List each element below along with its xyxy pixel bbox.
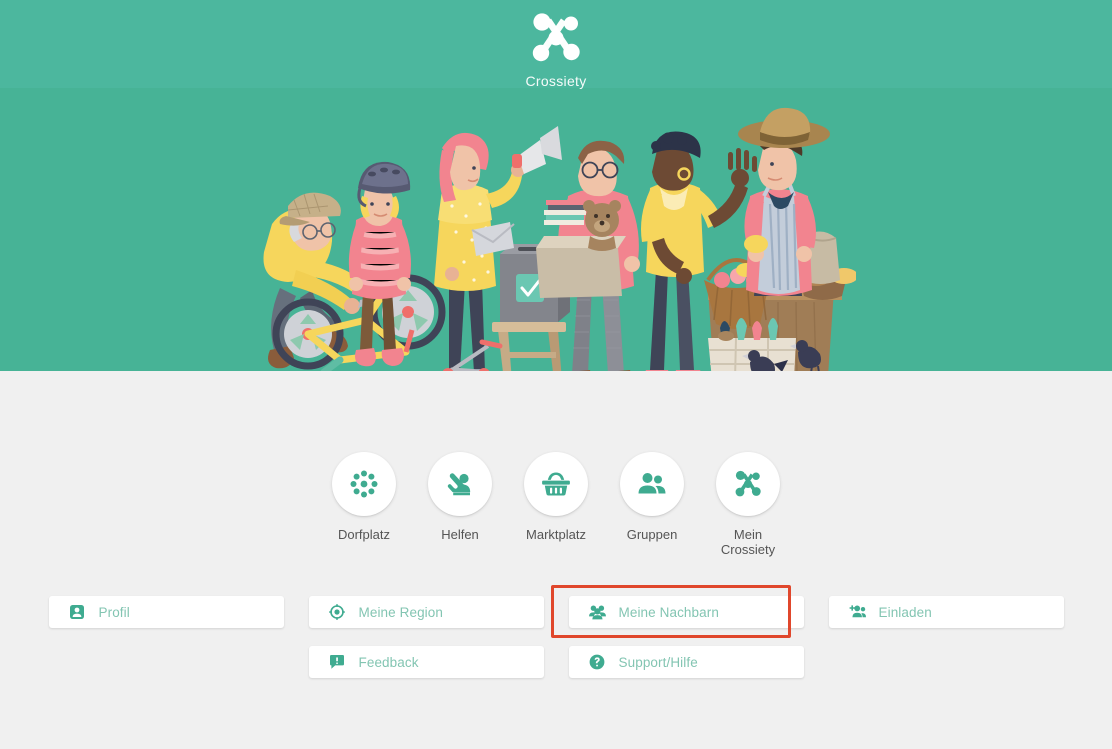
person-raised-hand-icon xyxy=(447,473,471,496)
location-target-icon xyxy=(329,604,346,621)
crossiety-x-logo-icon xyxy=(735,470,761,497)
menu-item-meine-nachbarn[interactable]: Meine Nachbarn xyxy=(568,596,804,628)
menu-item-feedback[interactable]: Feedback xyxy=(308,646,544,678)
brand-name: Crossiety xyxy=(525,73,587,89)
nav-circle-gruppen[interactable] xyxy=(620,452,684,516)
nav-label-line1: Mein xyxy=(733,527,763,542)
question-circle-icon xyxy=(589,654,606,671)
nav-circle-helfen[interactable] xyxy=(428,452,492,516)
menu-label-einladen: Einladen xyxy=(878,604,932,620)
nav-label-line2: Crossiety xyxy=(720,542,776,557)
menu-label-meine-region: Meine Region xyxy=(358,604,444,620)
nav-item-helfen[interactable]: Helfen xyxy=(428,452,492,542)
nav-item-dorfplatz[interactable]: Dorfplatz xyxy=(332,452,396,542)
person-add-icon xyxy=(849,604,866,621)
menu-label-support-hilfe: Support/Hilfe xyxy=(618,654,698,670)
nav-label-marktplatz: Marktplatz xyxy=(526,527,586,542)
menu-label-profil: Profil xyxy=(98,604,130,620)
crossiety-x-logo-icon xyxy=(0,12,1112,69)
menu-item-einladen[interactable]: Einladen xyxy=(828,596,1064,628)
nav-label-helfen: Helfen xyxy=(441,527,479,542)
nav-label-gruppen: Gruppen xyxy=(626,527,678,542)
nav-item-mein-crossiety[interactable]: Mein Crossiety xyxy=(716,452,780,557)
brand-header: Crossiety xyxy=(0,12,1112,89)
dots-circle-icon xyxy=(350,470,378,498)
primary-nav: Dorfplatz Helfen Marktplatz Gruppen Mein… xyxy=(0,452,1112,557)
secondary-menu-row-2: Feedback Support/Hilfe xyxy=(0,646,1112,678)
app-page: Crossiety Dorfplatz Helfen Marktplatz Gr… xyxy=(0,0,1112,749)
nav-circle-dorfplatz[interactable] xyxy=(332,452,396,516)
hero-banner: Crossiety xyxy=(0,0,1112,371)
three-people-icon xyxy=(588,604,606,621)
nav-item-marktplatz[interactable]: Marktplatz xyxy=(524,452,588,542)
menu-item-profil[interactable]: Profil xyxy=(48,596,284,628)
nav-label-mein-crossiety: Mein Crossiety xyxy=(706,527,790,557)
menu-item-support-hilfe[interactable]: Support/Hilfe xyxy=(568,646,804,678)
two-people-icon xyxy=(638,473,666,494)
nav-circle-marktplatz[interactable] xyxy=(524,452,588,516)
id-badge-icon xyxy=(69,604,86,621)
nav-label-dorfplatz: Dorfplatz xyxy=(337,527,391,542)
secondary-menu-row-1: Profil Meine Region Meine Nachbarn Einla… xyxy=(0,596,1112,628)
nav-circle-mein-crossiety[interactable] xyxy=(716,452,780,516)
menu-label-meine-nachbarn: Meine Nachbarn xyxy=(618,604,719,620)
community-people-illustration xyxy=(263,107,856,371)
nav-item-gruppen[interactable]: Gruppen xyxy=(620,452,684,542)
secondary-menu: Profil Meine Region Meine Nachbarn Einla… xyxy=(0,596,1112,696)
speech-bubble-exclamation-icon xyxy=(329,654,346,671)
shopping-basket-icon xyxy=(542,472,570,496)
menu-item-meine-region[interactable]: Meine Region xyxy=(308,596,544,628)
menu-label-feedback: Feedback xyxy=(358,654,419,670)
